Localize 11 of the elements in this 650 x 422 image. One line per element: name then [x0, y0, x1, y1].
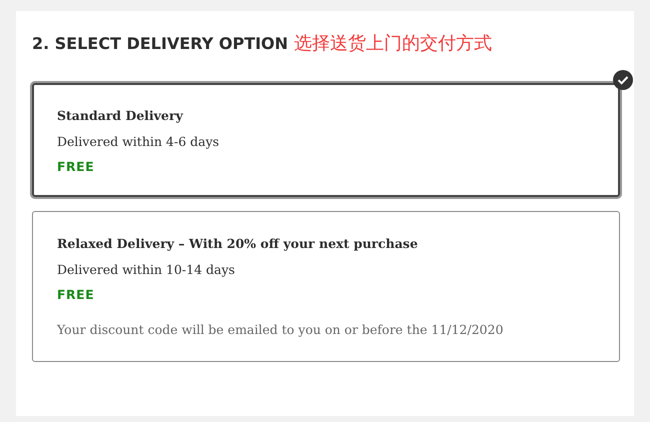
option-name: Standard Delivery [57, 108, 184, 123]
price-text: FREE [57, 159, 96, 174]
delivery-time: Delivered within 4-6 days [57, 134, 220, 149]
delivery-option-card[interactable]: Relaxed Delivery – With 20% off your next purchase Delivered within 10-14 days FREE Your discount code will be emailed to you on or before the 11/12/2020 [32, 211, 620, 362]
section-title: 2. SELECT DELIVERY OPTION [32, 34, 288, 53]
delivery-time: Delivered within 10-14 days [57, 262, 236, 277]
price-text: FREE [57, 287, 96, 302]
option-name: Relaxed Delivery – With 20% off your next purchase [57, 236, 419, 251]
annotation-text: 选择送货上门的交付方式 [294, 32, 492, 55]
delivery-option-card[interactable]: Standard Delivery Delivered within 4-6 days FREE [32, 83, 620, 197]
discount-note: Your discount code will be emailed to you on or before the 11/12/2020 [57, 322, 504, 337]
